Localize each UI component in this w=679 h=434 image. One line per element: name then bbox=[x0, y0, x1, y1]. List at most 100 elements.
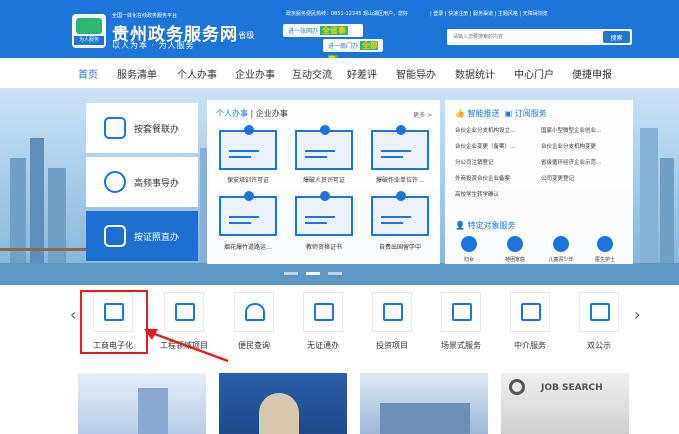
service-investment[interactable]: 投资项目 bbox=[359, 290, 425, 350]
doctor-icon bbox=[597, 236, 613, 252]
header: 为人服务 全国一体化在线政务服务平台 贵州政务服务网 以人为本 · 为人服务 ⊙… bbox=[0, 0, 679, 64]
news-thumbnail[interactable] bbox=[219, 373, 347, 434]
logo-icon[interactable]: 为人服务 bbox=[72, 14, 106, 48]
service-double-publicity[interactable]: 双公示 bbox=[566, 290, 632, 350]
service-scenario[interactable]: 场景式服务 bbox=[428, 290, 494, 350]
certificate-label[interactable]: 教师资格证书 bbox=[288, 242, 360, 251]
certificate-card[interactable] bbox=[295, 125, 353, 170]
tab-personal[interactable]: 个人办事 bbox=[216, 109, 248, 118]
push-panel: 👍 智能推送 ▣ 订阅服务 合伙企业分支机构设立… 国家小型微型企业创业… 合伙… bbox=[445, 100, 633, 264]
push-link[interactable]: 合伙企业变更（备案）… bbox=[455, 142, 516, 150]
quick-license-label: 按证照直办 bbox=[134, 233, 180, 243]
child-icon bbox=[553, 236, 569, 252]
certificate-label[interactable]: 爆破作业单位许… bbox=[364, 175, 436, 184]
search-bar: 搜索 bbox=[447, 29, 632, 45]
quick-license[interactable]: 按证照直办 bbox=[86, 211, 198, 261]
logo-badge: 为人服务 bbox=[74, 36, 104, 45]
heart-icon bbox=[507, 236, 523, 252]
push-link[interactable]: 合伙企业分支机构变更 bbox=[541, 142, 596, 150]
location-label: 省级 bbox=[238, 31, 255, 40]
certificate-label[interactable]: 保安培训许可证 bbox=[212, 175, 284, 184]
tab-subscribe[interactable]: 订阅服务 bbox=[515, 109, 547, 118]
tab-enterprise[interactable]: 企业办事 bbox=[256, 109, 288, 118]
hotline-text: 政务服务便民热线：0851-12345 观山湖区用户，您好 bbox=[286, 11, 409, 17]
certificate-label[interactable]: 自费出国留学中 bbox=[364, 242, 436, 251]
nav-item-statistics[interactable]: 数据统计 bbox=[455, 66, 495, 81]
bookmark-icon bbox=[521, 303, 541, 321]
push-link[interactable]: 分公司注销登记 bbox=[455, 158, 494, 166]
heart-icon bbox=[104, 171, 126, 193]
highlight-box bbox=[80, 290, 148, 354]
push-link[interactable]: 公司变更登记 bbox=[541, 174, 574, 182]
target-women[interactable]: 妇女 bbox=[451, 236, 487, 263]
target-medical[interactable]: 医生护士 bbox=[587, 236, 623, 263]
target-services-title: 👤 特定对象服务 bbox=[455, 221, 516, 230]
nav-item-home[interactable]: 首页 bbox=[78, 66, 98, 81]
push-link[interactable]: 国家小型微型企业创业… bbox=[541, 126, 602, 134]
pointer-arrow-icon bbox=[144, 329, 229, 363]
quick-package-label: 按套餐联办 bbox=[134, 125, 180, 135]
person-icon: 👤 bbox=[455, 221, 465, 230]
panel-tabs: 个人办事 | 企业办事 bbox=[216, 108, 288, 119]
certificate-card[interactable] bbox=[371, 191, 429, 236]
women-icon bbox=[461, 236, 477, 252]
certificate-label[interactable]: 爆破人员许可证 bbox=[288, 175, 360, 184]
certificate-label[interactable]: 烟花爆竹道路运… bbox=[212, 242, 284, 251]
location-selector[interactable]: ⊙ 省级 bbox=[229, 30, 254, 41]
motto-line-2: 进一扇门办 全部事 bbox=[323, 39, 383, 64]
job-thumbnail[interactable]: JOB SEARCH bbox=[501, 373, 629, 434]
tab-separator: | bbox=[250, 109, 254, 118]
push-link[interactable]: 外商投资合伙企业备案 bbox=[455, 174, 510, 182]
search-input[interactable] bbox=[447, 29, 597, 45]
main-nav: 首页 服务清单 个人办事 企业办事 互动交流 好差评 智能导办 数据统计 中心门… bbox=[0, 58, 679, 88]
news-thumbnail[interactable] bbox=[78, 373, 206, 434]
carousel-dot[interactable] bbox=[328, 272, 342, 275]
nav-item-smart-guide[interactable]: 智能导办 bbox=[396, 66, 436, 81]
nav-item-service-list[interactable]: 服务清单 bbox=[117, 66, 157, 81]
motto-line-1: 进一张网办 全省事 bbox=[283, 24, 363, 37]
chevron-left-icon[interactable]: ‹ bbox=[70, 305, 76, 324]
job-search-text: JOB SEARCH bbox=[541, 383, 603, 393]
id-card-icon bbox=[314, 303, 334, 321]
subscribe-icon: ▣ bbox=[504, 109, 513, 118]
nav-item-personal[interactable]: 个人办事 bbox=[177, 66, 217, 81]
target-children[interactable]: 儿童青少年 bbox=[543, 236, 579, 263]
certificate-card[interactable] bbox=[295, 191, 353, 236]
service-intermediary[interactable]: 中介服务 bbox=[497, 290, 563, 350]
target-poor-family[interactable]: 特困家庭 bbox=[497, 236, 533, 263]
nav-item-enterprise[interactable]: 企业办事 bbox=[235, 66, 275, 81]
home-icon bbox=[245, 303, 265, 321]
site-slogan: 以人为本 · 为人服务 bbox=[112, 41, 195, 50]
tab-smart-push[interactable]: 智能推送 bbox=[468, 109, 500, 118]
news-thumbnail[interactable] bbox=[360, 373, 488, 434]
service-no-certificate[interactable]: 无证通办 bbox=[290, 290, 356, 350]
list-icon bbox=[175, 303, 195, 321]
push-tabs: 👍 智能推送 ▣ 订阅服务 bbox=[455, 108, 547, 119]
quick-frequent-label: 高频事导办 bbox=[134, 179, 180, 189]
carousel-dot[interactable] bbox=[306, 272, 320, 275]
nav-item-interaction[interactable]: 互动交流 bbox=[292, 66, 332, 81]
quick-frequent[interactable]: 高频事导办 bbox=[86, 157, 198, 207]
certificate-card[interactable] bbox=[219, 125, 277, 170]
chevron-right-icon[interactable]: › bbox=[634, 305, 640, 324]
nav-item-rating[interactable]: 好差评 bbox=[347, 66, 377, 81]
top-links[interactable]: | 登录 | 快速注册 | 服务渠道 | 主题风格 | 无障碍浏览 bbox=[430, 10, 548, 17]
nav-item-declare[interactable]: 便捷申报 bbox=[572, 66, 612, 81]
certificate-panel: 个人办事 | 企业办事 更多 > 保安培训许可证 爆破人员许可证 爆破作业单位许… bbox=[207, 100, 440, 264]
certificate-card[interactable] bbox=[219, 191, 277, 236]
certificate-card[interactable] bbox=[371, 125, 429, 170]
document-icon bbox=[383, 303, 403, 321]
push-link[interactable]: 高校学生转学确认 bbox=[455, 190, 499, 198]
page: 为人服务 全国一体化在线政务服务平台 贵州政务服务网 以人为本 · 为人服务 ⊙… bbox=[0, 0, 679, 434]
push-link[interactable]: 合伙企业分支机构设立… bbox=[455, 126, 516, 134]
thumb-up-icon: 👍 bbox=[455, 109, 465, 118]
quick-package[interactable]: 按套餐联办 bbox=[86, 103, 198, 153]
nav-item-portal[interactable]: 中心门户 bbox=[514, 66, 554, 81]
carousel-dot[interactable] bbox=[284, 272, 298, 275]
push-link[interactable]: 省级循环经济企业示范… bbox=[541, 158, 602, 166]
edit-icon bbox=[452, 303, 472, 321]
license-icon bbox=[104, 225, 126, 247]
monitor-icon bbox=[590, 303, 610, 321]
more-link[interactable]: 更多 > bbox=[413, 110, 432, 119]
search-button[interactable]: 搜索 bbox=[603, 31, 630, 43]
